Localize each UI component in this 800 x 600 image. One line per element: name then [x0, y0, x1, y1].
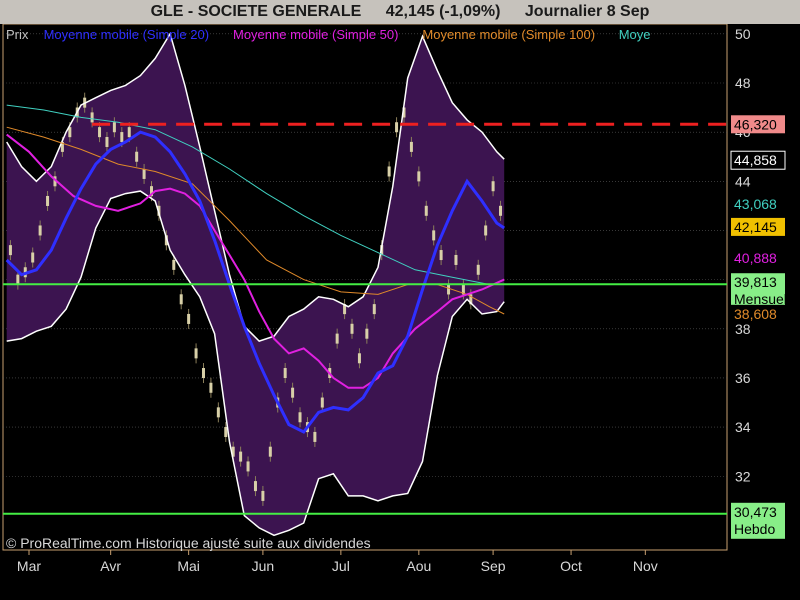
candle-body — [320, 397, 324, 408]
candle-body — [268, 446, 272, 457]
y-tick-label: 34 — [735, 419, 751, 435]
x-tick-label: Avr — [100, 558, 121, 574]
y-tick-label: 32 — [735, 468, 751, 484]
legend-entry: Prix — [6, 27, 29, 42]
candle-body — [179, 294, 183, 305]
chart-title-bar: GLE - SOCIETE GENERALE 42,145 (-1,09%) J… — [0, 0, 800, 24]
candle-body — [499, 205, 503, 216]
legend-entry: Moyenne mobile (Simple 100) — [422, 27, 595, 42]
candle-body — [46, 195, 50, 206]
candle-body — [216, 407, 220, 418]
candle-body — [31, 252, 35, 263]
price-tag-value: 44,858 — [734, 152, 777, 168]
last-quote: 42,145 (-1,09%) — [385, 3, 501, 20]
candle-body — [187, 313, 191, 324]
candle-body — [298, 412, 302, 423]
candle-body — [372, 304, 376, 315]
candle-body — [454, 254, 458, 265]
candle-body — [246, 461, 250, 472]
candle-body — [209, 382, 213, 393]
x-tick-label: Jul — [332, 558, 350, 574]
price-tag-value: 42,145 — [734, 219, 777, 235]
candle-body — [201, 368, 205, 379]
legend-entry: Moyenne mobile (Simple 50) — [233, 27, 398, 42]
candle-body — [120, 132, 124, 143]
candle-body — [16, 274, 20, 285]
instrument-title: GLE - SOCIETE GENERALE — [150, 3, 362, 20]
candle-body — [417, 171, 421, 182]
candle-body — [90, 112, 94, 123]
x-tick-label: Mar — [17, 558, 41, 574]
candle-body — [424, 205, 428, 216]
candle-body — [335, 333, 339, 344]
price-chart: 50484644424038363432MarAvrMaiJunJulAouSe… — [2, 23, 787, 574]
x-tick-label: Aou — [406, 558, 431, 574]
candle-body — [253, 481, 257, 492]
candle-body — [484, 225, 488, 236]
price-tag-value: 39,813 — [734, 274, 777, 290]
candle-body — [172, 259, 176, 270]
price-tag-value: 46,320 — [734, 116, 777, 132]
price-tag-caption: Mensuel — [734, 291, 787, 307]
candle-body — [387, 166, 391, 177]
candle-body — [447, 284, 451, 295]
candle-body — [409, 141, 413, 152]
price-tag-value: 40,888 — [734, 250, 777, 266]
legend-entry: Moye — [619, 27, 651, 42]
x-tick-label: Sep — [481, 558, 506, 574]
candle-body — [135, 151, 139, 162]
candle-body — [491, 181, 495, 192]
candle-body — [127, 127, 131, 138]
x-tick-label: Nov — [633, 558, 658, 574]
candle-body — [38, 225, 42, 236]
candle-body — [476, 264, 480, 275]
candle-body — [357, 353, 361, 364]
candle-body — [142, 168, 146, 179]
price-tag-value: 38,608 — [734, 306, 777, 322]
candle-body — [291, 387, 295, 398]
candle-body — [350, 323, 354, 334]
y-tick-label: 36 — [735, 370, 751, 386]
candle-body — [194, 348, 198, 359]
candle-body — [98, 127, 102, 138]
candle-body — [439, 250, 443, 261]
candle-body — [112, 122, 116, 133]
x-tick-label: Jun — [252, 558, 275, 574]
candle-body — [224, 427, 228, 438]
period-label: Journalier 8 Sep — [524, 3, 650, 20]
candle-body — [283, 368, 287, 379]
candle-body — [395, 122, 399, 133]
candle-body — [239, 451, 243, 462]
y-tick-label: 38 — [735, 321, 751, 337]
candle-body — [261, 490, 265, 501]
price-tag-value: 43,068 — [734, 196, 777, 212]
copyright-note: © ProRealTime.com Historique ajusté suit… — [6, 535, 371, 551]
x-tick-label: Oct — [560, 558, 582, 574]
candle-body — [8, 245, 12, 256]
legend-entry: Moyenne mobile (Simple 20) — [44, 27, 209, 42]
candle-body — [313, 431, 317, 442]
candle-body — [105, 136, 109, 147]
candle-body — [365, 328, 369, 339]
price-tag-value: 30,473 — [734, 504, 777, 520]
candle-body — [432, 230, 436, 241]
y-tick-label: 44 — [735, 173, 751, 189]
y-tick-label: 48 — [735, 75, 751, 91]
price-tag-caption: Hebdo — [734, 521, 775, 537]
y-tick-label: 50 — [735, 26, 751, 42]
x-tick-label: Mai — [177, 558, 200, 574]
